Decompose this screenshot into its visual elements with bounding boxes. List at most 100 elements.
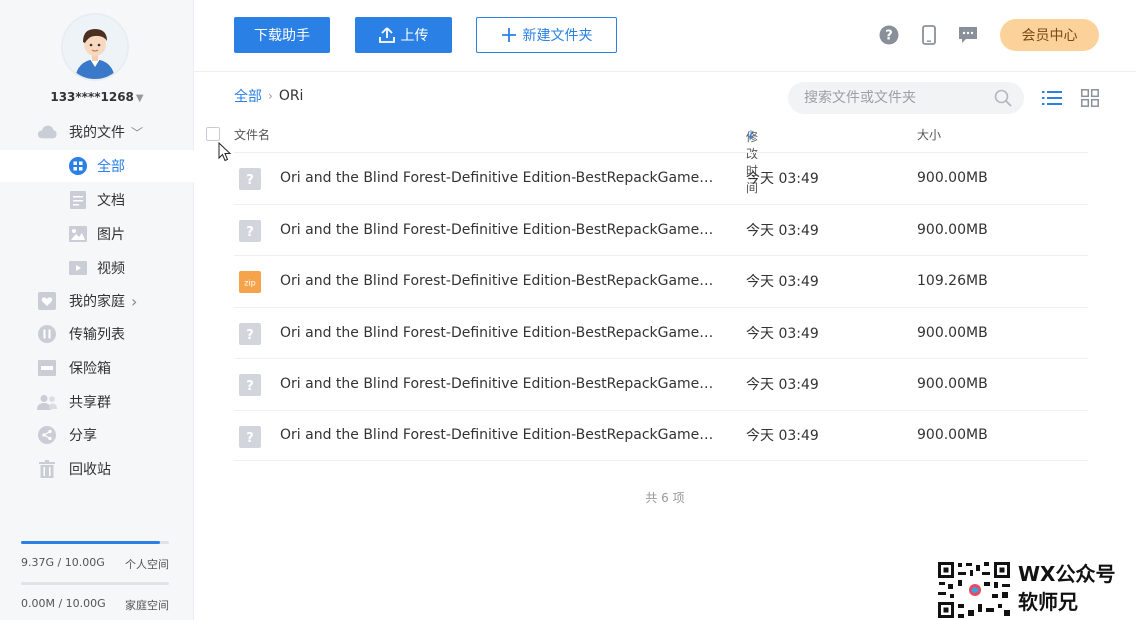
file-name: Ori and the Blind Forest-Definitive Edit…	[280, 376, 720, 393]
sidebar-item-all[interactable]: 全部	[0, 150, 194, 182]
svg-text:?: ?	[246, 379, 254, 394]
family-storage-used: 0.00M / 10.00G	[21, 597, 106, 610]
chevron-right-icon: ›	[131, 291, 138, 311]
table-row[interactable]: ? Ori and the Blind Forest-Definitive Ed…	[234, 358, 1088, 410]
message-icon[interactable]	[957, 24, 979, 46]
sidebar-item-family[interactable]: 我的家庭 ›	[0, 285, 194, 317]
trash-icon	[37, 459, 57, 479]
sidebar-item-transfers[interactable]: 传输列表	[0, 318, 194, 350]
svg-text:?: ?	[246, 431, 254, 446]
family-storage: 0.00M / 10.00G 家庭空间	[21, 582, 169, 613]
table-header: 文件名 修改时间 ↓ 大小	[234, 126, 942, 195]
group-icon	[37, 392, 57, 412]
table-row[interactable]: zip Ori and the Blind Forest-Definitive …	[234, 255, 1088, 307]
svg-text:?: ?	[885, 29, 893, 44]
file-size: 900.00MB	[917, 221, 988, 238]
new-folder-button[interactable]: 新建文件夹	[476, 17, 617, 53]
family-storage-bar	[21, 582, 169, 585]
column-header-size[interactable]: 大小	[917, 126, 941, 143]
video-icon	[69, 259, 87, 277]
file-date: 今天 03:49	[746, 171, 819, 188]
grid-view-icon[interactable]	[1079, 87, 1101, 109]
file-name: Ori and the Blind Forest-Definitive Edit…	[280, 221, 720, 238]
upload-icon	[378, 27, 395, 43]
file-date: 今天 03:49	[746, 377, 819, 394]
item-count: 共 6 项	[645, 491, 685, 505]
personal-storage: 9.37G / 10.00G 个人空间	[21, 541, 169, 572]
search-box	[788, 82, 1024, 114]
download-helper-button[interactable]: 下载助手	[234, 17, 330, 53]
mouse-cursor-icon	[218, 141, 232, 166]
svg-text:?: ?	[246, 328, 254, 343]
sidebar-item-my-files[interactable]: 我的文件 ﹀	[0, 116, 194, 148]
file-size: 109.26MB	[917, 273, 988, 290]
sort-desc-icon: ↓	[746, 128, 757, 142]
search-icon[interactable]	[994, 89, 1012, 107]
table-row[interactable]: ? Ori and the Blind Forest-Definitive Ed…	[234, 152, 1088, 204]
file-date: 今天 03:49	[746, 428, 819, 445]
document-icon	[69, 191, 87, 209]
file-size: 900.00MB	[917, 376, 988, 393]
file-name: Ori and the Blind Forest-Definitive Edit…	[280, 427, 720, 444]
sidebar-item-share[interactable]: 分享	[0, 419, 194, 451]
watermark-line2: 软师兄	[1018, 590, 1078, 614]
unknown-file-icon: ?	[239, 219, 261, 242]
heart-icon	[37, 291, 57, 311]
file-name: Ori and the Blind Forest-Definitive Edit…	[280, 324, 720, 341]
plus-icon	[501, 27, 517, 43]
avatar[interactable]	[63, 15, 127, 79]
sidebar-item-share-group[interactable]: 共享群	[0, 386, 194, 418]
upload-button[interactable]: 上传	[355, 17, 452, 53]
sidebar-item-videos[interactable]: 视频	[0, 252, 194, 284]
mobile-phone-icon[interactable]	[918, 24, 940, 46]
sidebar-item-documents[interactable]: 文档	[0, 184, 194, 216]
cloud-icon	[37, 122, 57, 142]
column-header-name[interactable]: 文件名	[234, 126, 270, 143]
account-name[interactable]: 133****1268 ▼	[0, 90, 194, 104]
search-input[interactable]	[804, 90, 984, 106]
select-all-checkbox[interactable]	[206, 127, 220, 141]
file-size: 900.00MB	[917, 427, 988, 444]
table-row[interactable]: ? Ori and the Blind Forest-Definitive Ed…	[234, 306, 1088, 359]
file-date: 今天 03:49	[746, 274, 819, 291]
sidebar-item-safe-box[interactable]: 保险箱	[0, 352, 194, 384]
sidebar-item-recycle-bin[interactable]: 回收站	[0, 453, 194, 485]
file-name: Ori and the Blind Forest-Definitive Edit…	[280, 170, 720, 187]
personal-storage-label: 个人空间	[125, 558, 169, 571]
sidebar: 133****1268 ▼ 我的文件 ﹀ 全部 文档 图片 视频 我的家庭 › 传…	[0, 0, 194, 620]
account-dropdown-icon: ▼	[135, 93, 144, 104]
grid-all-icon	[69, 157, 87, 175]
toolbar-divider	[194, 71, 1136, 72]
help-icon[interactable]: ?	[878, 24, 900, 46]
breadcrumb-root[interactable]: 全部	[234, 86, 262, 106]
personal-storage-fill	[21, 541, 160, 544]
unknown-file-icon: ?	[239, 322, 261, 345]
file-size: 900.00MB	[917, 324, 988, 341]
list-view-icon[interactable]	[1041, 87, 1063, 109]
unknown-file-icon: ?	[239, 168, 261, 190]
watermark: WX公众号 软师兄	[936, 560, 1136, 620]
watermark-line1: WX公众号	[1018, 562, 1116, 586]
sidebar-item-images[interactable]: 图片	[0, 218, 194, 250]
svg-text:?: ?	[246, 173, 254, 188]
personal-storage-bar	[21, 541, 169, 544]
chevron-down-icon: ﹀	[131, 125, 144, 140]
table-row[interactable]: ? Ori and the Blind Forest-Definitive Ed…	[234, 203, 1088, 256]
file-list: ? Ori and the Blind Forest-Definitive Ed…	[234, 152, 1088, 461]
svg-text:zip: zip	[244, 279, 256, 288]
share-icon	[37, 425, 57, 445]
breadcrumb-separator: ›	[268, 89, 273, 103]
image-icon	[69, 225, 87, 243]
file-size: 900.00MB	[917, 170, 988, 187]
qr-code-icon	[936, 560, 1014, 620]
table-row[interactable]: ? Ori and the Blind Forest-Definitive Ed…	[234, 409, 1088, 461]
vip-center-button[interactable]: 会员中心	[1000, 19, 1099, 51]
family-storage-label: 家庭空间	[125, 599, 169, 612]
file-date: 今天 03:49	[746, 222, 819, 239]
avatar-image	[63, 15, 127, 79]
svg-text:?: ?	[246, 225, 254, 240]
safe-icon	[37, 358, 57, 378]
transfer-icon	[37, 324, 57, 344]
unknown-file-icon: ?	[239, 425, 261, 448]
personal-storage-used: 9.37G / 10.00G	[21, 556, 105, 569]
